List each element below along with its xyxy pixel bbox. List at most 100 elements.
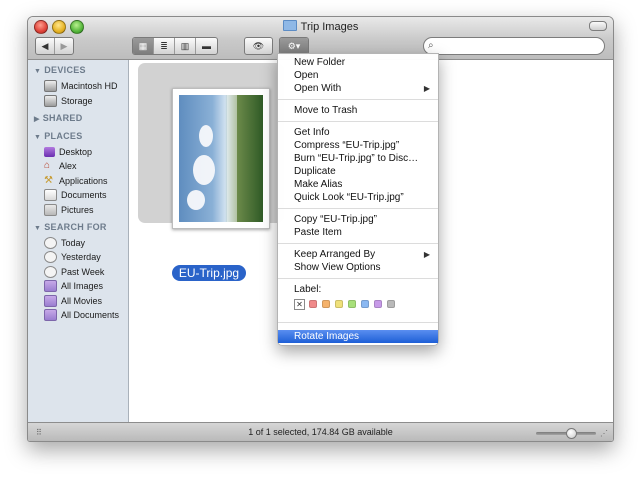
status-text: 1 of 1 selected, 174.84 GB available <box>248 427 393 437</box>
coverflow-view-icon: ▬ <box>202 41 211 51</box>
disclosure-triangle-icon: ▶ <box>34 116 40 123</box>
search-for-header[interactable]: ▼ SEARCH FOR <box>34 222 107 232</box>
label-color-green[interactable] <box>348 300 356 308</box>
menu-separator <box>278 99 438 100</box>
folder-icon <box>282 20 297 31</box>
view-mode-group: ▦ ≣ ▥ ▬ <box>132 37 218 55</box>
sidebar-item-desktop[interactable]: Desktop <box>44 145 92 159</box>
action-menu-button[interactable]: ⚙▾ <box>280 38 308 54</box>
sidebar-item-applications[interactable]: ⚒ Applications <box>44 174 108 188</box>
list-view-icon: ≣ <box>160 40 168 51</box>
disclosure-triangle-icon: ▼ <box>34 68 42 75</box>
label-color-blue[interactable] <box>361 300 369 308</box>
back-arrow-icon: ◀ <box>41 40 49 51</box>
sidebar-item-alex[interactable]: ⌂ Alex <box>44 159 77 173</box>
menu-item-paste-item[interactable]: Paste Item <box>278 226 438 239</box>
forward-arrow-icon: ▶ <box>60 40 68 51</box>
resize-handle-icon[interactable]: ⋰ <box>600 429 608 438</box>
label-color-yellow[interactable] <box>335 300 343 308</box>
view-columns-button[interactable]: ▥ <box>175 38 196 54</box>
search-icon: ⌕ <box>428 40 434 51</box>
home-icon: ⌂ <box>44 160 51 171</box>
menu-item-burn-to-disc[interactable]: Burn “EU-Trip.jpg” to Disc… <box>278 152 438 165</box>
menu-separator <box>278 243 438 244</box>
submenu-arrow-icon: ▶ <box>423 250 430 259</box>
sidebar-item-today[interactable]: Today <box>44 236 85 250</box>
menu-separator <box>278 121 438 122</box>
file-name-container: EU-Trip.jpg <box>129 265 289 281</box>
hard-disk-icon <box>44 95 57 107</box>
sidebar-item-storage[interactable]: Storage <box>44 94 93 108</box>
menu-item-new-folder[interactable]: New Folder <box>278 56 438 69</box>
label-color-orange[interactable] <box>322 300 330 308</box>
photo-thumbnail-image <box>179 95 263 222</box>
sidebar-item-all-images[interactable]: All Images <box>44 279 103 293</box>
sidebar-item-yesterday[interactable]: Yesterday <box>44 250 101 264</box>
hard-disk-icon <box>44 80 57 92</box>
sidebar-item-documents[interactable]: Documents <box>44 188 107 202</box>
submenu-arrow-icon: ▶ <box>423 84 430 93</box>
back-forward-group: ◀ ▶ <box>35 37 74 55</box>
devices-header[interactable]: ▼ DEVICES <box>34 65 86 75</box>
smart-folder-icon <box>44 280 57 292</box>
eye-icon: 👁 <box>252 40 265 51</box>
menu-item-label-heading: Label: <box>294 284 322 295</box>
label-color-red[interactable] <box>309 300 317 308</box>
label-color-gray[interactable] <box>387 300 395 308</box>
applications-icon: ⚒ <box>44 175 53 186</box>
menu-item-show-view-options[interactable]: Show View Options <box>278 261 438 274</box>
gear-icon: ⚙▾ <box>287 40 301 51</box>
sidebar-item-past-week[interactable]: Past Week <box>44 265 104 279</box>
smart-folder-icon <box>44 295 57 307</box>
menu-item-compress[interactable]: Compress “EU-Trip.jpg” <box>278 139 438 152</box>
file-name-label[interactable]: EU-Trip.jpg <box>171 265 247 281</box>
sidebar: ▼ DEVICES Macintosh HD Storage ▶ SHARED ▼ P… <box>28 60 129 422</box>
documents-icon <box>44 189 57 201</box>
toolbar-toggle-button[interactable] <box>589 21 607 31</box>
status-bar: ⠿ 1 of 1 selected, 174.84 GB available ⋰ <box>28 422 613 441</box>
shared-header[interactable]: ▶ SHARED <box>34 113 83 123</box>
sidebar-item-all-documents[interactable]: All Documents <box>44 308 119 322</box>
menu-item-duplicate[interactable]: Duplicate <box>278 165 438 178</box>
forward-button[interactable]: ▶ <box>55 38 73 54</box>
disclosure-triangle-icon: ▼ <box>34 134 42 141</box>
label-none-swatch[interactable]: ✕ <box>294 298 305 310</box>
sidebar-item-all-movies[interactable]: All Movies <box>44 294 102 308</box>
label-color-purple[interactable] <box>374 300 382 308</box>
desktop-icon <box>44 147 55 157</box>
menu-item-copy[interactable]: Copy “EU-Trip.jpg” <box>278 213 438 226</box>
clock-icon <box>44 266 57 278</box>
search-field[interactable]: ⌕ <box>423 37 605 55</box>
menu-item-make-alias[interactable]: Make Alias <box>278 178 438 191</box>
window-title: Trip Images <box>28 20 613 33</box>
sidebar-item-pictures[interactable]: Pictures <box>44 203 94 217</box>
view-icon-button[interactable]: ▦ <box>133 38 154 54</box>
view-coverflow-button[interactable]: ▬ <box>196 38 217 54</box>
menu-item-rotate-images[interactable]: Rotate Images <box>278 330 438 343</box>
view-list-button[interactable]: ≣ <box>154 38 175 54</box>
disclosure-triangle-icon: ▼ <box>34 225 42 232</box>
menu-item-keep-arranged-by[interactable]: Keep Arranged By ▶ <box>278 248 438 261</box>
icon-size-slider-knob[interactable] <box>566 428 577 439</box>
clock-icon <box>44 237 57 249</box>
label-color-row: ✕ <box>294 298 400 310</box>
places-header[interactable]: ▼ PLACES <box>34 131 83 141</box>
menu-separator <box>278 278 438 279</box>
menu-item-open[interactable]: Open <box>278 69 438 82</box>
pictures-icon <box>44 204 57 216</box>
menu-item-get-info[interactable]: Get Info <box>278 126 438 139</box>
sidebar-item-macintosh-hd[interactable]: Macintosh HD <box>44 79 118 93</box>
menu-separator <box>278 322 438 323</box>
clock-icon <box>44 251 57 263</box>
menu-item-move-to-trash[interactable]: Move to Trash <box>278 104 438 117</box>
column-view-icon: ▥ <box>180 40 190 51</box>
file-thumbnail[interactable] <box>172 88 270 229</box>
quicklook-group: 👁 <box>244 37 273 55</box>
menu-item-open-with[interactable]: Open With ▶ <box>278 82 438 95</box>
smart-folder-icon <box>44 309 57 321</box>
menu-separator <box>278 208 438 209</box>
action-context-menu: New Folder Open Open With ▶ Move to Trash… <box>277 53 439 346</box>
menu-item-quick-look[interactable]: Quick Look “EU-Trip.jpg” <box>278 191 438 204</box>
back-button[interactable]: ◀ <box>36 38 55 54</box>
quicklook-button[interactable]: 👁 <box>245 38 272 54</box>
